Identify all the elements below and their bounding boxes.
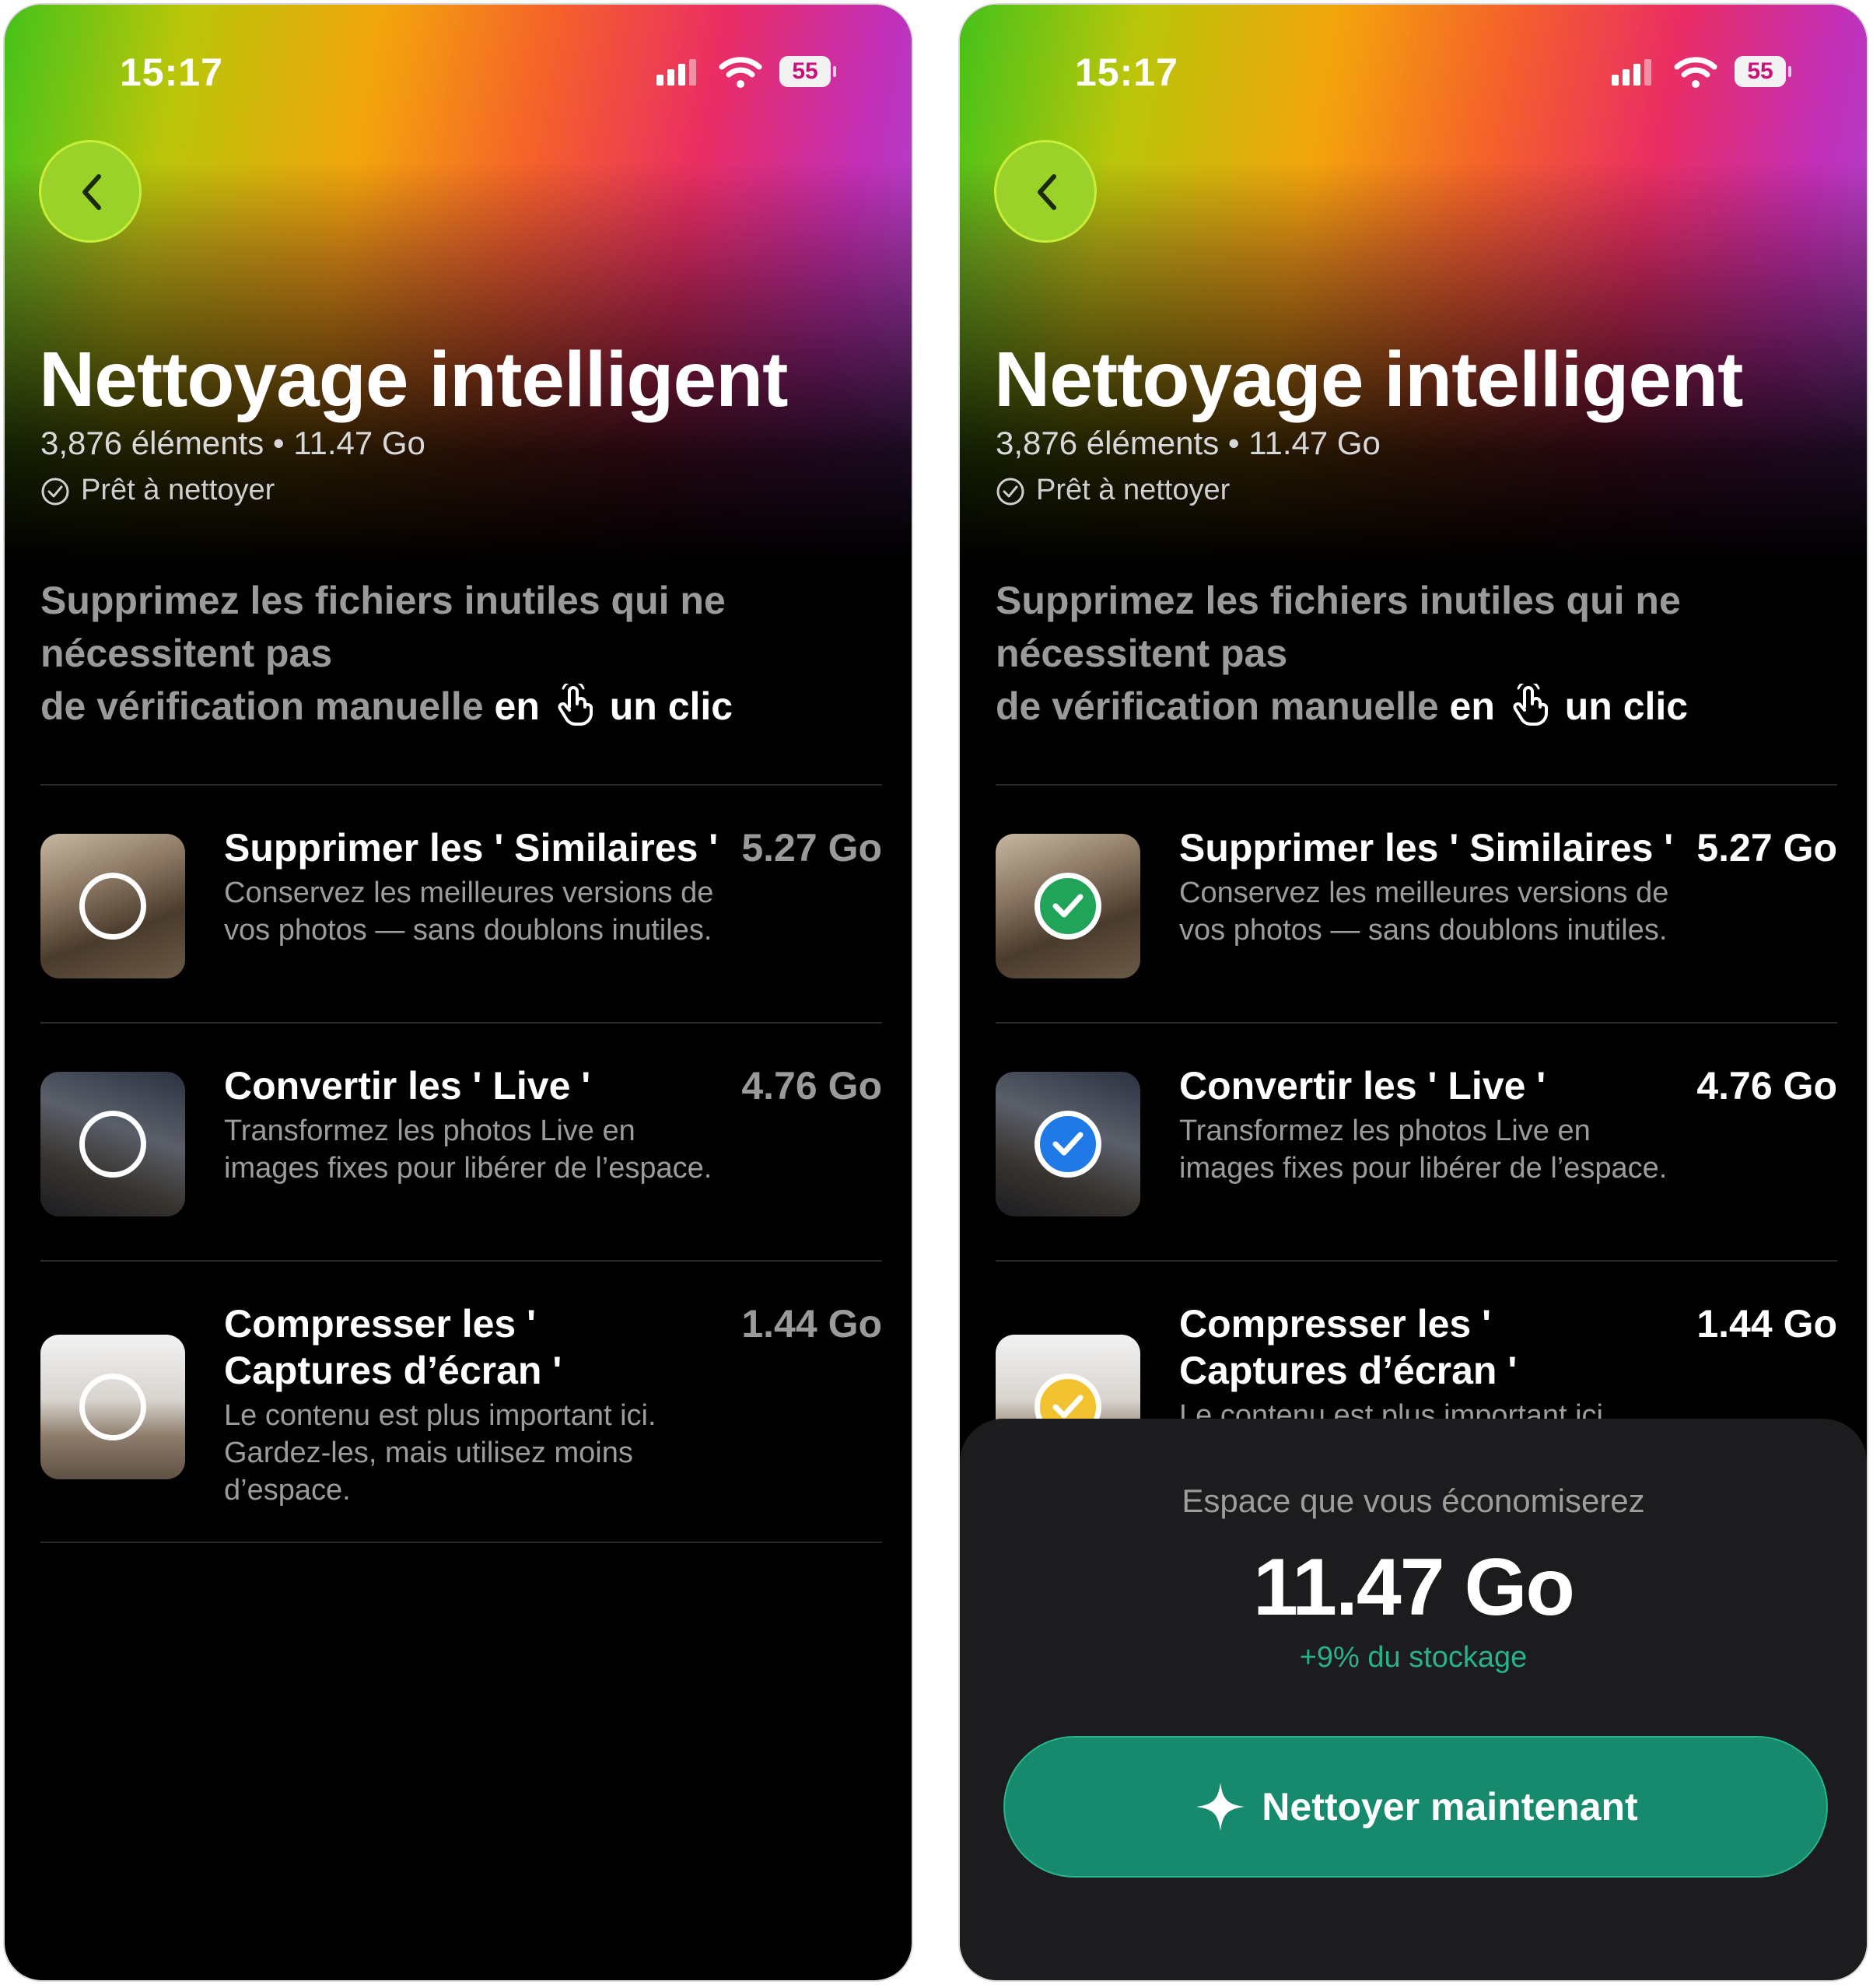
feature-description: Supprimez les fichiers inutiles qui ne n… — [40, 574, 857, 733]
similar-thumbnail — [40, 834, 185, 978]
option-size: 1.44 Go — [741, 1302, 882, 1346]
signal-icon — [656, 59, 696, 86]
description-line-3: de vérification manuelle en un clic — [996, 680, 1812, 733]
option-description: Conservez les meilleures versions de vos… — [1179, 877, 1669, 947]
checkmark-icon — [1052, 1395, 1084, 1419]
chevron-left-icon — [1038, 174, 1056, 210]
savings-value: 11.47 Go — [1253, 1542, 1575, 1633]
wifi-icon — [719, 57, 762, 88]
chevron-left-icon — [82, 174, 101, 210]
divider — [40, 1022, 882, 1024]
live-thumbnail — [996, 1072, 1140, 1216]
status-time: 15:17 — [120, 51, 223, 94]
tap-hand-icon — [558, 684, 593, 726]
check-circle-icon — [996, 478, 1024, 506]
option-title: Supprimer les ' Similaires ' — [224, 826, 719, 870]
tap-hand-icon — [1513, 684, 1548, 726]
option-live[interactable]: Convertir les ' Live ' 4.76 Go Transform… — [996, 1053, 1837, 1255]
option-title: Compresser les ' Captures d’écran ' — [224, 1300, 562, 1394]
ready-status: Prêt à nettoyer — [996, 474, 1230, 507]
storage-meta: 3,876 éléments • 11.47 Go — [996, 425, 1381, 461]
description-dim-text: de vérification manuelle — [40, 684, 484, 728]
ready-status: Prêt à nettoyer — [40, 474, 275, 507]
clean-now-label: Nettoyer maintenant — [1262, 1785, 1638, 1829]
select-circle[interactable] — [79, 873, 146, 940]
select-circle[interactable] — [79, 1374, 146, 1440]
option-title: Convertir les ' Live ' — [224, 1064, 591, 1108]
select-circle[interactable] — [79, 1111, 146, 1178]
select-circle-checked[interactable] — [1035, 1111, 1101, 1178]
option-similar[interactable]: Supprimer les ' Similaires ' 5.27 Go Con… — [996, 815, 1837, 1017]
check-circle-icon — [41, 478, 69, 506]
option-size: 1.44 Go — [1696, 1302, 1837, 1346]
wifi-icon — [1674, 57, 1717, 88]
screenshots-thumbnail — [40, 1335, 185, 1479]
description-em-text: en — [494, 684, 540, 728]
similar-thumbnail — [996, 834, 1140, 978]
option-similar[interactable]: Supprimer les ' Similaires ' 5.27 Go Con… — [40, 815, 882, 1017]
feature-description: Supprimez les fichiers inutiles qui ne n… — [996, 574, 1812, 733]
option-title-line-1: Compresser les ' — [1179, 1302, 1491, 1346]
savings-label: Espace que vous économiserez — [1182, 1482, 1645, 1519]
description-line-3: de vérification manuelle en un clic — [40, 680, 857, 733]
signal-icon — [1612, 59, 1651, 86]
status-time: 15:17 — [1075, 51, 1178, 94]
description-line-1: Supprimez les fichiers inutiles qui ne — [996, 579, 1681, 622]
divider — [40, 1542, 882, 1543]
battery-level: 55 — [1747, 58, 1773, 84]
option-title-line-2: Captures d’écran ' — [1179, 1349, 1518, 1392]
description-end-text: un clic — [1564, 684, 1689, 728]
divider — [996, 1260, 1837, 1262]
battery-icon: 55 — [1735, 56, 1792, 89]
option-size: 5.27 Go — [1696, 826, 1837, 870]
option-size: 4.76 Go — [1696, 1064, 1837, 1108]
option-screenshots[interactable]: Compresser les ' Captures d’écran ' 1.44… — [40, 1291, 882, 1524]
battery-level: 55 — [792, 58, 818, 84]
status-bar: 15:17 55 — [5, 50, 912, 96]
option-live[interactable]: Convertir les ' Live ' 4.76 Go Transform… — [40, 1053, 882, 1255]
divider — [40, 784, 882, 786]
option-description: Transformez les photos Live en images fi… — [224, 1115, 712, 1185]
option-description: Conservez les meilleures versions de vos… — [224, 877, 714, 947]
back-button[interactable] — [39, 140, 142, 243]
clean-now-button[interactable]: Nettoyer maintenant — [1003, 1736, 1828, 1878]
description-line-2: nécessitent pas — [996, 632, 1288, 675]
option-title: Convertir les ' Live ' — [1179, 1064, 1546, 1108]
sparkle-icon — [1196, 1783, 1245, 1831]
option-size: 4.76 Go — [741, 1064, 882, 1108]
description-line-2: nécessitent pas — [40, 632, 333, 675]
checkmark-icon — [1052, 1132, 1084, 1156]
select-circle-checked[interactable] — [1035, 873, 1101, 940]
page-title: Nettoyage intelligent — [994, 336, 1743, 423]
ready-label: Prêt à nettoyer — [81, 474, 275, 506]
checkmark-icon — [1052, 894, 1084, 918]
divider — [996, 1022, 1837, 1024]
divider — [40, 1260, 882, 1262]
live-thumbnail — [40, 1072, 185, 1216]
divider — [996, 784, 1837, 786]
option-title-line-2: Captures d’écran ' — [224, 1349, 562, 1392]
ready-label: Prêt à nettoyer — [1036, 474, 1231, 506]
screen-selected: 15:17 55 Nettoyage intelligent 3,876 élé… — [958, 3, 1868, 1982]
description-end-text: un clic — [609, 684, 733, 728]
option-description: Le contenu est plus important ici. Garde… — [224, 1399, 656, 1507]
description-line-1: Supprimez les fichiers inutiles qui ne — [40, 579, 726, 622]
page-title: Nettoyage intelligent — [39, 336, 788, 423]
option-size: 5.27 Go — [741, 826, 882, 870]
screen-unselected: 15:17 55 Nettoyage intelligent 3,876 élé… — [3, 3, 913, 1982]
option-title: Compresser les ' Captures d’écran ' — [1179, 1300, 1517, 1394]
status-bar: 15:17 55 — [960, 50, 1867, 96]
option-description: Transformez les photos Live en images fi… — [1179, 1115, 1668, 1185]
description-dim-text: de vérification manuelle — [996, 684, 1439, 728]
description-em-text: en — [1449, 684, 1495, 728]
option-title-line-1: Compresser les ' — [224, 1302, 536, 1346]
battery-icon: 55 — [779, 56, 837, 89]
storage-share: +9% du stockage — [1299, 1641, 1528, 1674]
option-title: Supprimer les ' Similaires ' — [1179, 826, 1674, 870]
storage-meta: 3,876 éléments • 11.47 Go — [40, 425, 425, 461]
back-button[interactable] — [994, 140, 1097, 243]
